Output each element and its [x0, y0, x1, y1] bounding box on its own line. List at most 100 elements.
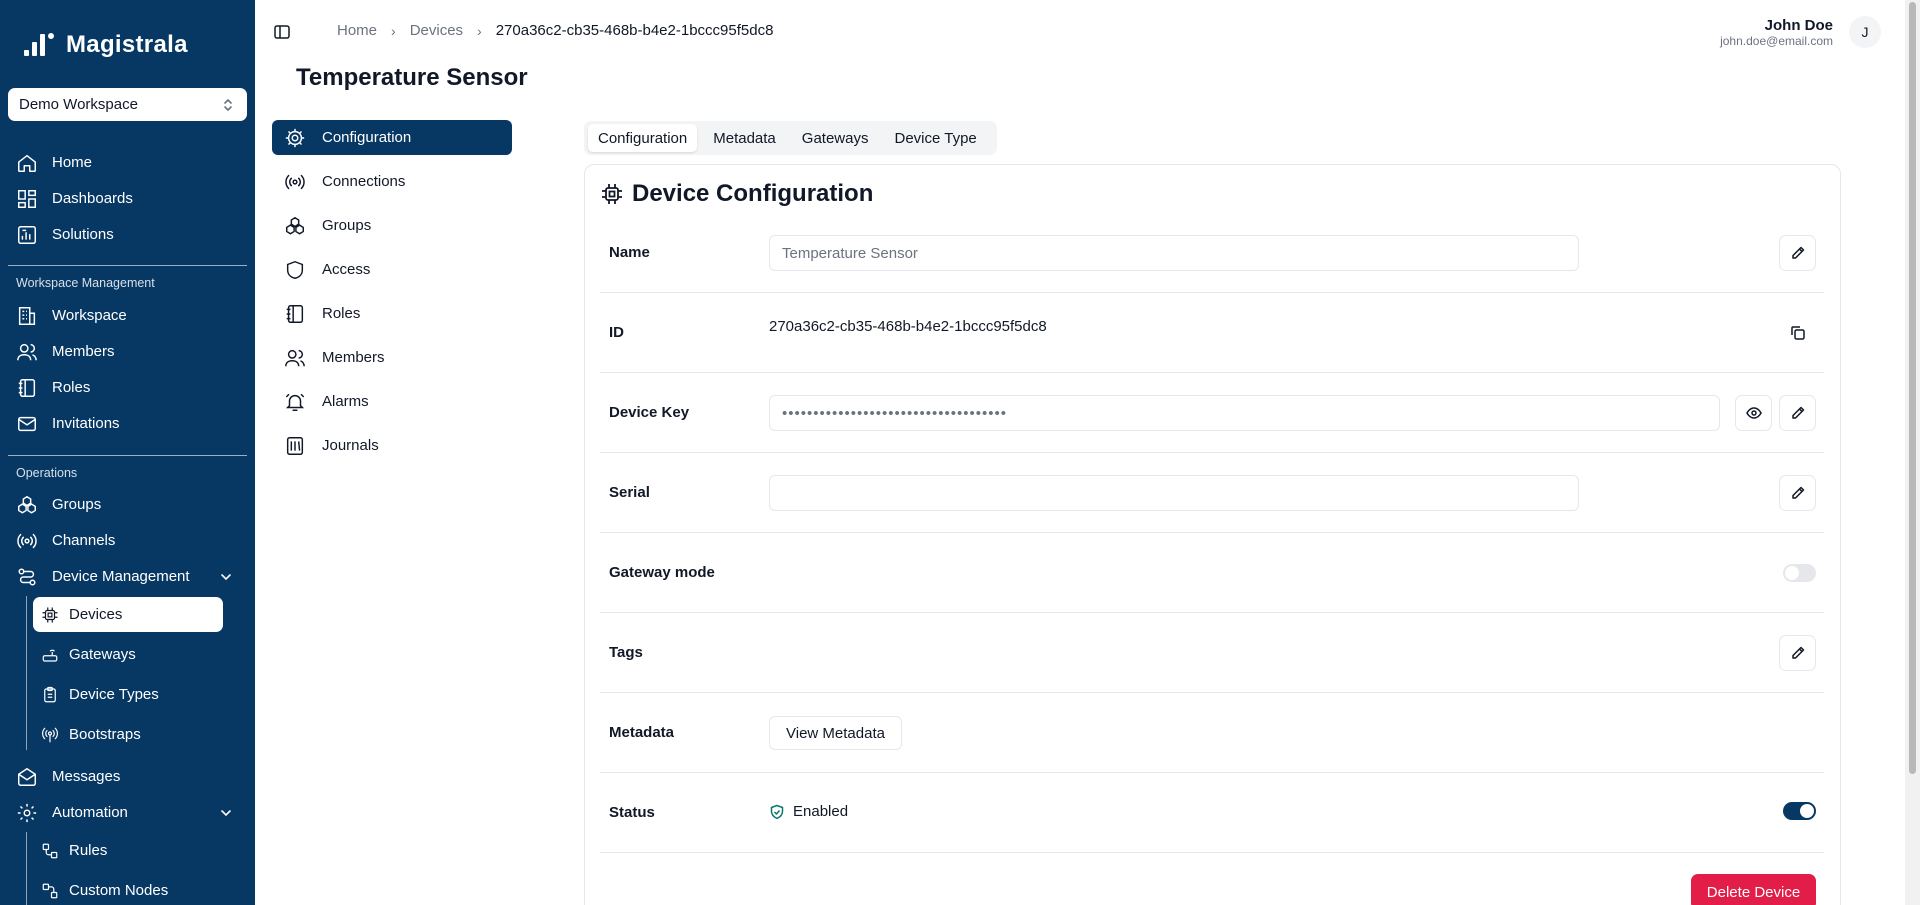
nav-gateways-label: Gateways — [69, 646, 136, 663]
tab-device-type[interactable]: Device Type — [884, 124, 986, 152]
row-divider — [600, 372, 1824, 373]
nav-bootstraps[interactable]: Bootstraps — [33, 717, 223, 752]
nav-device-management[interactable]: Device Management — [8, 560, 247, 593]
nav-channels[interactable]: Channels — [8, 524, 247, 557]
device-configuration-card — [584, 164, 1841, 905]
user-info[interactable]: John Doe john.doe@email.com — [1720, 17, 1833, 48]
card-title: Device Configuration — [600, 180, 873, 208]
pencil-icon — [1791, 246, 1804, 259]
gateway-mode-toggle[interactable] — [1783, 564, 1816, 582]
nav-dashboards-label: Dashboards — [52, 190, 133, 207]
device-key-field[interactable]: •••••••••••••••••••••••••••••••••••• — [769, 395, 1720, 431]
menu-connections[interactable]: Connections — [272, 164, 512, 199]
chevron-right-icon: › — [391, 22, 396, 39]
tab-metadata[interactable]: Metadata — [703, 124, 786, 152]
nav-bootstraps-label: Bootstraps — [69, 726, 141, 743]
nav-workspace[interactable]: Workspace — [8, 299, 247, 332]
menu-journals[interactable]: Journals — [272, 428, 512, 463]
nav-rules-label: Rules — [69, 842, 108, 859]
shield-check-icon — [770, 804, 784, 819]
nav-device-management-label: Device Management — [52, 568, 190, 585]
menu-configuration[interactable]: Configuration — [272, 120, 512, 155]
nav-home-label: Home — [52, 154, 93, 171]
nav-members-label: Members — [52, 343, 115, 360]
show-key-button[interactable] — [1735, 395, 1772, 431]
nav-device-types[interactable]: Device Types — [33, 677, 223, 712]
scrollbar-thumb[interactable] — [1909, 2, 1916, 774]
view-metadata-button[interactable]: View Metadata — [769, 716, 902, 750]
edit-serial-button[interactable] — [1779, 475, 1816, 511]
magistrala-logo-icon — [24, 33, 54, 56]
nav-messages[interactable]: Messages — [8, 760, 247, 793]
groups-icon — [18, 495, 36, 514]
brand[interactable]: Magistrala — [22, 30, 188, 60]
nav-gateways[interactable]: Gateways — [33, 637, 223, 672]
notebook-icon — [286, 304, 304, 323]
nav-rules[interactable]: Rules — [33, 833, 223, 868]
menu-groups[interactable]: Groups — [272, 208, 512, 243]
nav-members[interactable]: Members — [8, 335, 247, 368]
nav-divider — [8, 455, 247, 456]
tab-configuration[interactable]: Configuration — [588, 124, 698, 152]
breadcrumb-current: 270a36c2-cb35-468b-b4e2-1bccc95f5dc8 — [495, 22, 774, 39]
edit-name-button[interactable] — [1779, 235, 1816, 271]
nav-messages-label: Messages — [52, 768, 121, 785]
submenu-line — [26, 832, 27, 905]
copy-icon[interactable] — [1789, 324, 1807, 342]
chip-icon — [42, 607, 58, 622]
tags-label: Tags — [609, 644, 643, 661]
nav-custom-nodes-label: Custom Nodes — [69, 882, 169, 899]
page-title: Temperature Sensor — [296, 64, 528, 91]
nav-dashboards[interactable]: Dashboards — [8, 182, 247, 215]
nav-channels-label: Channels — [52, 532, 116, 549]
pencil-icon — [1791, 406, 1804, 419]
toggle-knob — [1800, 804, 1814, 818]
nav-solutions[interactable]: Solutions — [8, 218, 247, 251]
breadcrumb-devices[interactable]: Devices — [410, 22, 463, 39]
nav-home[interactable]: Home — [8, 146, 247, 179]
menu-access[interactable]: Access — [272, 252, 512, 287]
chevron-right-icon: › — [477, 22, 482, 39]
serial-field[interactable] — [769, 475, 1579, 511]
nav-invitations[interactable]: Invitations — [8, 407, 247, 440]
edit-tags-button[interactable] — [1779, 635, 1816, 671]
nav-roles-label: Roles — [52, 379, 91, 396]
nav-groups[interactable]: Groups — [8, 488, 247, 521]
nav-device-types-label: Device Types — [69, 686, 159, 703]
nav-custom-nodes[interactable]: Custom Nodes — [33, 873, 223, 905]
page-scrollbar[interactable] — [1905, 0, 1920, 905]
radio-icon — [285, 174, 305, 189]
nodes-icon — [42, 883, 58, 898]
status-toggle[interactable] — [1783, 802, 1816, 820]
nav-devices[interactable]: Devices — [33, 597, 223, 632]
menu-roles[interactable]: Roles — [272, 296, 512, 331]
delete-device-button[interactable]: Delete Device — [1691, 874, 1816, 905]
workspace-select[interactable]: Demo Workspace — [8, 88, 247, 121]
app-sidebar: Magistrala Demo Workspace Home Dashboard… — [0, 0, 255, 905]
avatar[interactable]: J — [1849, 16, 1881, 48]
menu-alarms[interactable]: Alarms — [272, 384, 512, 419]
sidebar-toggle-icon[interactable] — [273, 23, 291, 41]
menu-connections-label: Connections — [322, 173, 406, 190]
nav-roles[interactable]: Roles — [8, 371, 247, 404]
shield-icon — [286, 260, 304, 279]
menu-members[interactable]: Members — [272, 340, 512, 375]
nav-automation[interactable]: Automation — [8, 796, 247, 829]
user-name: John Doe — [1764, 17, 1833, 34]
status-value: Enabled — [793, 803, 849, 820]
route-icon — [18, 567, 36, 586]
row-divider — [600, 292, 1824, 293]
tab-list: Configuration Metadata Gateways Device T… — [584, 121, 997, 155]
dashboards-icon — [18, 189, 36, 208]
id-value: 270a36c2-cb35-468b-b4e2-1bccc95f5dc8 — [769, 318, 1047, 335]
pencil-icon — [1791, 646, 1804, 659]
breadcrumb-home[interactable]: Home — [337, 22, 377, 39]
mail-icon — [18, 416, 36, 431]
chip-icon — [602, 184, 622, 204]
workspace-select-value: Demo Workspace — [19, 96, 138, 113]
edit-key-button[interactable] — [1779, 395, 1816, 431]
tab-gateways[interactable]: Gateways — [792, 124, 879, 152]
name-field[interactable]: Temperature Sensor — [769, 235, 1579, 271]
menu-roles-label: Roles — [322, 305, 361, 322]
radio-icon — [17, 533, 37, 548]
